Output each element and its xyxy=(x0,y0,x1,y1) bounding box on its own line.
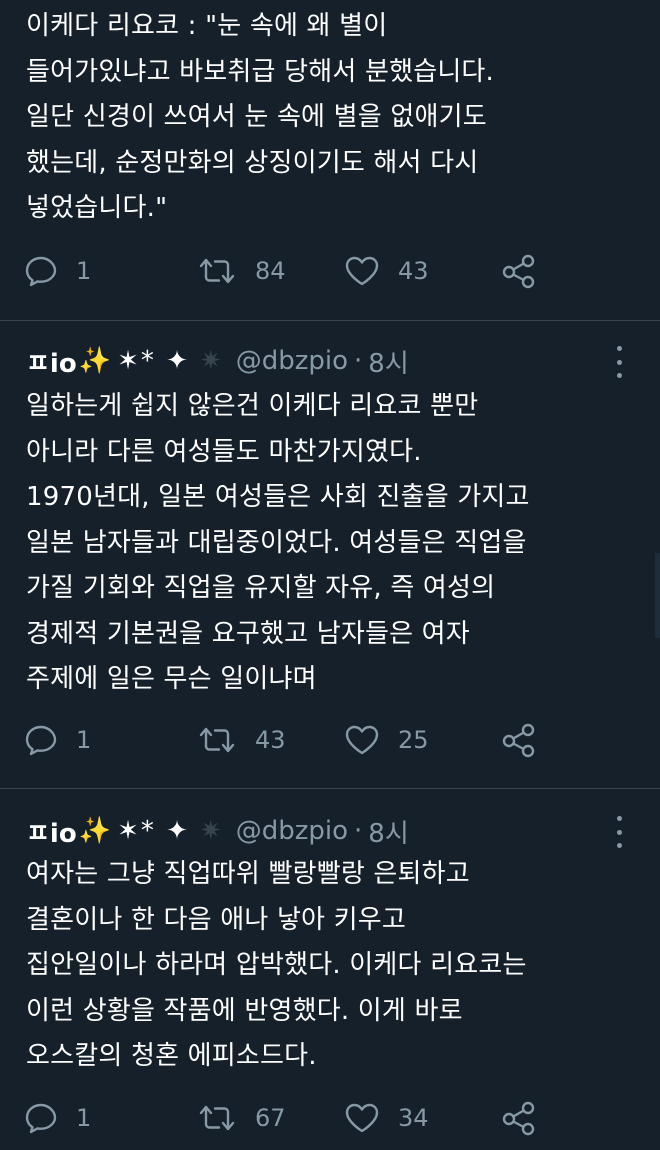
name-grey-star: ✷ xyxy=(199,816,222,846)
more-vertical-icon[interactable] xyxy=(614,346,624,378)
reply-button[interactable]: 1 xyxy=(24,253,91,289)
share-button[interactable] xyxy=(500,253,538,289)
reply-button[interactable]: 1 xyxy=(24,722,91,758)
reply-bubble-icon xyxy=(25,256,57,287)
like-count: 34 xyxy=(398,1104,429,1132)
retweet-button[interactable]: 84 xyxy=(197,253,286,289)
heart-outline-icon xyxy=(345,725,379,755)
name-stars: ✶* ✦ xyxy=(117,346,190,376)
like-count: 43 xyxy=(398,257,429,285)
like-count: 25 xyxy=(398,726,429,754)
retweet-arrows-icon xyxy=(199,727,235,753)
author-handle[interactable]: @dbzpio xyxy=(236,346,348,376)
scrollbar-thumb[interactable] xyxy=(655,553,660,638)
author-name[interactable]: ㅍio xyxy=(26,813,77,850)
heart-outline-icon xyxy=(345,256,379,286)
reply-count: 1 xyxy=(76,726,92,754)
share-nodes-icon xyxy=(502,254,535,289)
share-nodes-icon xyxy=(502,1101,535,1136)
tweet-2[interactable]: ㅍio ✨ ✶* ✦ ✷ @dbzpio · 8시 일하는게 쉽지 않은건 이케… xyxy=(0,321,660,787)
tweet-text: 여자는 그냥 직업따위 빨랑빨랑 은퇴하고 결혼이나 한 다음 애나 낳아 키우… xyxy=(26,859,527,1071)
tweet-time[interactable]: 8시 xyxy=(368,813,408,850)
retweet-arrows-icon xyxy=(199,258,235,284)
retweet-button[interactable]: 67 xyxy=(197,1100,286,1136)
like-button[interactable]: 43 xyxy=(344,253,429,289)
tweet-text: 일하는게 쉽지 않은건 이케다 리요코 뿐만 아니라 다른 여성들도 마찬가지였… xyxy=(26,391,530,694)
heart-outline-icon xyxy=(345,1103,379,1133)
tweet-actions: 1 43 25 xyxy=(22,722,562,758)
share-button[interactable] xyxy=(500,722,538,758)
retweet-count: 67 xyxy=(255,1104,286,1132)
retweet-count: 43 xyxy=(255,726,286,754)
more-vertical-icon[interactable] xyxy=(614,816,624,848)
name-grey-star: ✷ xyxy=(199,346,222,376)
author-handle[interactable]: @dbzpio xyxy=(236,816,348,846)
author-name[interactable]: ㅍio xyxy=(26,343,77,380)
tweet-1[interactable]: 이케다 리요코 : "눈 속에 왜 별이 들어가있냐고 바보취급 당해서 분했습… xyxy=(0,0,660,320)
reply-button[interactable]: 1 xyxy=(24,1100,91,1136)
separator-dot: · xyxy=(354,816,363,846)
share-nodes-icon xyxy=(502,723,535,758)
like-button[interactable]: 25 xyxy=(344,722,429,758)
like-button[interactable]: 34 xyxy=(344,1100,429,1136)
retweet-count: 84 xyxy=(255,257,286,285)
tweet-header: ㅍio ✨ ✶* ✦ ✷ @dbzpio · 8시 xyxy=(26,343,409,379)
retweet-button[interactable]: 43 xyxy=(197,722,286,758)
sparkle-emoji: ✨ xyxy=(78,816,112,846)
tweet-3[interactable]: ㅍio ✨ ✶* ✦ ✷ @dbzpio · 8시 여자는 그냥 직업따위 빨랑… xyxy=(0,789,660,1150)
tweet-actions: 1 67 34 xyxy=(22,1100,562,1136)
reply-count: 1 xyxy=(76,1104,92,1132)
share-button[interactable] xyxy=(500,1100,538,1136)
reply-bubble-icon xyxy=(25,725,57,756)
separator-dot: · xyxy=(354,346,363,376)
tweet-header: ㅍio ✨ ✶* ✦ ✷ @dbzpio · 8시 xyxy=(26,813,409,849)
reply-count: 1 xyxy=(76,257,92,285)
retweet-arrows-icon xyxy=(199,1105,235,1131)
tweet-time[interactable]: 8시 xyxy=(368,343,408,380)
tweet-text: 이케다 리요코 : "눈 속에 왜 별이 들어가있냐고 바보취급 당해서 분했습… xyxy=(26,11,495,223)
reply-bubble-icon xyxy=(25,1103,57,1134)
sparkle-emoji: ✨ xyxy=(78,346,112,376)
name-stars: ✶* ✦ xyxy=(117,816,190,846)
tweet-actions: 1 84 43 xyxy=(22,253,562,289)
